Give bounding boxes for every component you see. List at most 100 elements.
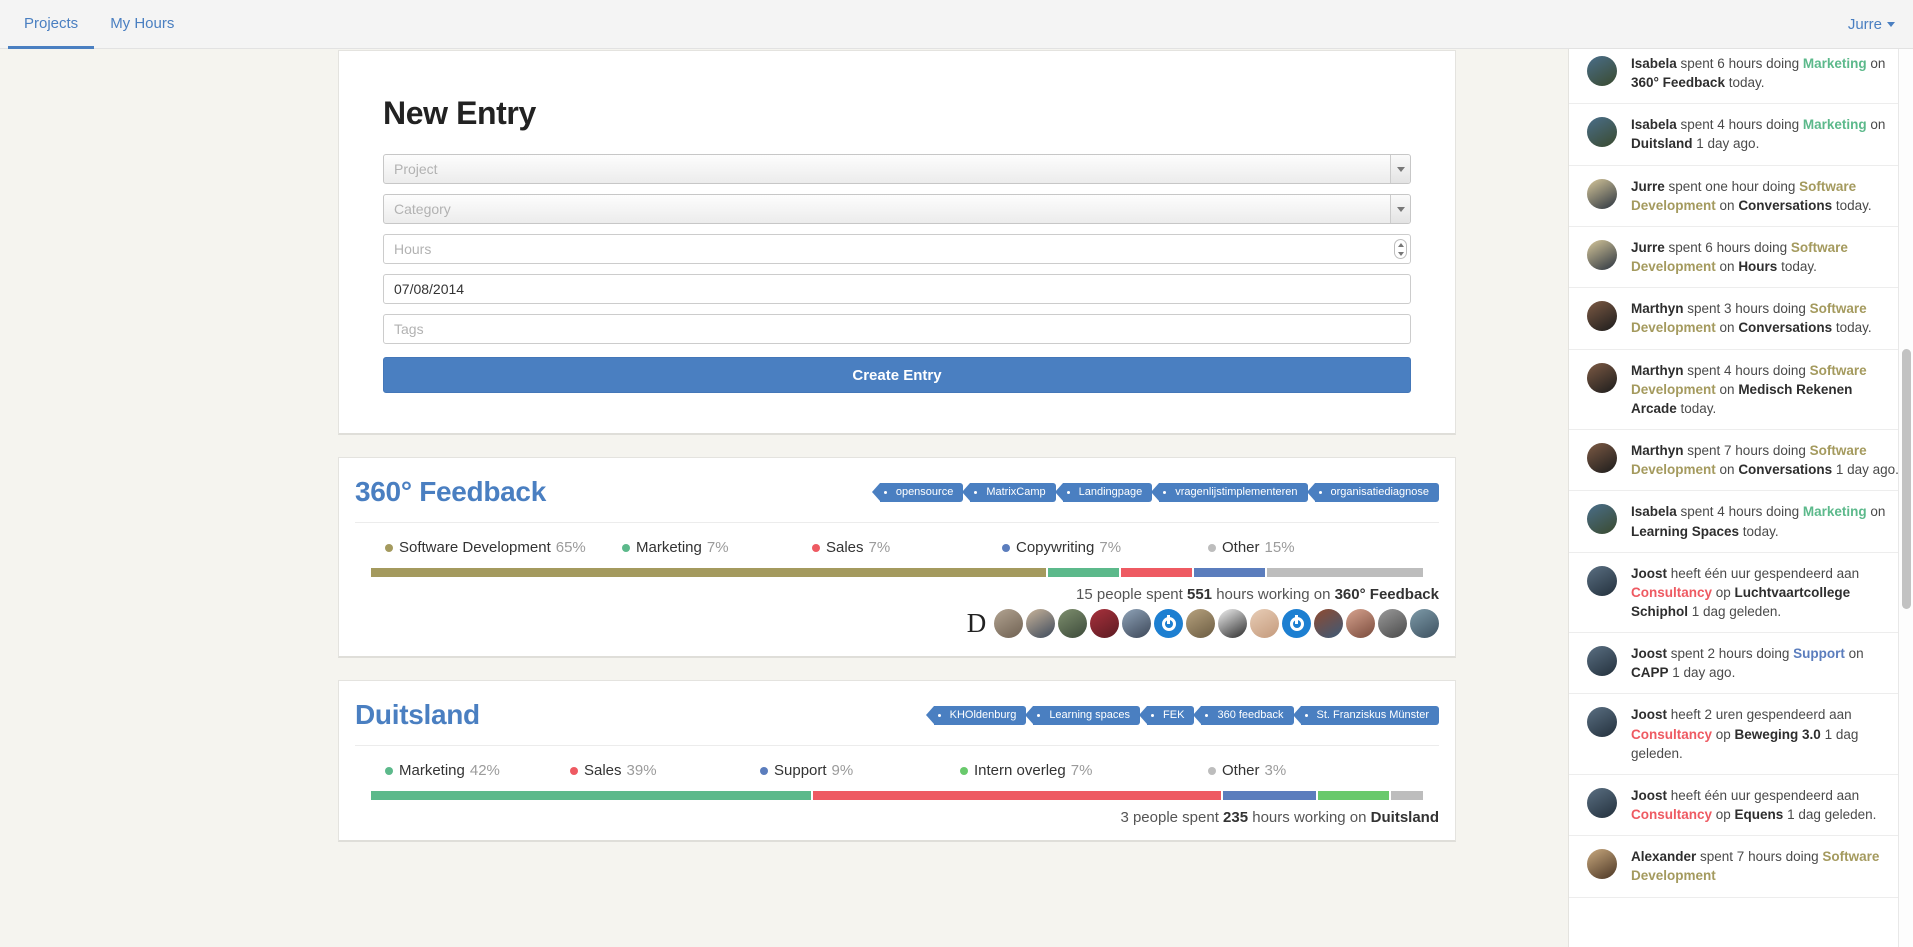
project-card: Duitsland KHOldenburg Learning spaces FE… <box>338 680 1456 842</box>
avatar[interactable] <box>1218 609 1247 638</box>
user-menu[interactable]: Jurre <box>1848 0 1913 48</box>
category-legend: Marketing 42% Sales 39% Support 9% <box>355 746 1439 791</box>
category-distribution-bar <box>371 568 1423 577</box>
project-tag[interactable]: St. Franziskus Münster <box>1301 706 1439 725</box>
project-tag[interactable]: FEK <box>1147 706 1194 725</box>
avatar[interactable] <box>1122 609 1151 638</box>
avatar[interactable] <box>1282 609 1311 638</box>
legend-percent: 15% <box>1265 539 1295 556</box>
activity-feed-item[interactable]: Marthyn spent 3 hours doing Software Dev… <box>1569 288 1913 349</box>
avatar[interactable] <box>1587 707 1617 737</box>
avatar[interactable] <box>1587 301 1617 331</box>
avatar[interactable] <box>1587 788 1617 818</box>
activity-user: Isabela <box>1631 117 1677 132</box>
activity-user: Marthyn <box>1631 301 1684 316</box>
avatar[interactable] <box>1587 240 1617 270</box>
project-select[interactable]: Project <box>383 154 1411 184</box>
avatar[interactable] <box>994 609 1023 638</box>
avatar[interactable] <box>1587 566 1617 596</box>
project-tag[interactable]: MatrixCamp <box>970 483 1055 502</box>
activity-project: Conversations <box>1738 320 1832 335</box>
legend-item: Support 9% <box>760 762 960 779</box>
legend-percent: 3% <box>1265 762 1287 779</box>
legend-percent: 7% <box>1071 762 1093 779</box>
legend-item: Intern overleg 7% <box>960 762 1208 779</box>
project-summary: 3 people spent 235 hours working on Duit… <box>355 800 1439 826</box>
avatar[interactable] <box>1250 609 1279 638</box>
hours-field: Hours <box>383 234 1411 264</box>
legend-color-dot <box>385 544 393 552</box>
project-tag[interactable]: 360 feedback <box>1201 706 1293 725</box>
avatar[interactable] <box>1314 609 1343 638</box>
hours-input[interactable]: Hours <box>383 234 1411 264</box>
avatar[interactable] <box>1587 363 1617 393</box>
legend-label: Marketing <box>399 762 465 779</box>
project-tag[interactable]: KHOldenburg <box>934 706 1027 725</box>
activity-feed[interactable]: Isabela spent 6 hours doing Marketing on… <box>1568 49 1913 947</box>
project-tag[interactable]: Learning spaces <box>1033 706 1140 725</box>
page-scrollbar-thumb[interactable] <box>1902 349 1911 609</box>
legend-label: Sales <box>826 539 864 556</box>
project-tag[interactable]: vragenlijstimplementeren <box>1159 483 1307 502</box>
activity-feed-item[interactable]: Jurre spent one hour doing Software Deve… <box>1569 166 1913 227</box>
project-tag[interactable]: Landingpage <box>1063 483 1153 502</box>
avatar[interactable] <box>1587 179 1617 209</box>
page-scrollbar[interactable] <box>1898 49 1913 947</box>
avatar[interactable] <box>1346 609 1375 638</box>
nav-item-my-hours[interactable]: My Hours <box>94 0 190 49</box>
category-select[interactable]: Category <box>383 194 1411 224</box>
avatar[interactable] <box>1378 609 1407 638</box>
bar-segment <box>1318 791 1392 800</box>
activity-category: Marketing <box>1803 117 1867 132</box>
legend-percent: 7% <box>1099 539 1121 556</box>
legend-item: Sales 39% <box>570 762 760 779</box>
project-tag[interactable]: organisatiediagnose <box>1315 483 1439 502</box>
activity-feed-item[interactable]: Isabela spent 4 hours doing Marketing on… <box>1569 491 1913 552</box>
activity-feed-item[interactable]: Joost heeft één uur gespendeerd aan Cons… <box>1569 553 1913 633</box>
date-input[interactable]: 07/08/2014 <box>383 274 1411 304</box>
activity-feed-item[interactable]: Marthyn spent 4 hours doing Software Dev… <box>1569 350 1913 430</box>
avatar[interactable] <box>1587 849 1617 879</box>
activity-feed-item[interactable]: Marthyn spent 7 hours doing Software Dev… <box>1569 430 1913 491</box>
activity-feed-text: Joost heeft één uur gespendeerd aan Cons… <box>1631 786 1899 824</box>
project-select-chevron-down-icon[interactable] <box>1390 155 1410 183</box>
legend-label: Other <box>1222 539 1260 556</box>
category-select-chevron-down-icon[interactable] <box>1390 195 1410 223</box>
activity-project: Hours <box>1738 259 1777 274</box>
avatar[interactable] <box>1154 609 1183 638</box>
summary-project-name: Duitsland <box>1371 809 1439 826</box>
avatar[interactable] <box>1587 56 1617 86</box>
project-title[interactable]: 360° Feedback <box>355 476 546 508</box>
avatar[interactable] <box>1587 117 1617 147</box>
avatar[interactable] <box>1587 443 1617 473</box>
activity-feed-item[interactable]: Joost heeft 2 uren gespendeerd aan Consu… <box>1569 694 1913 774</box>
avatar[interactable] <box>1058 609 1087 638</box>
activity-feed-item[interactable]: Joost heeft één uur gespendeerd aan Cons… <box>1569 775 1913 836</box>
create-entry-button[interactable]: Create Entry <box>383 357 1411 393</box>
legend-item: Other 3% <box>1208 762 1286 779</box>
avatar[interactable] <box>1410 609 1439 638</box>
avatar[interactable]: D <box>962 609 991 638</box>
project-member-avatars: D <box>355 603 1439 642</box>
avatar[interactable] <box>1186 609 1215 638</box>
activity-feed-item[interactable]: Alexander spent 7 hours doing Software D… <box>1569 836 1913 897</box>
activity-user: Jurre <box>1631 179 1665 194</box>
project-title[interactable]: Duitsland <box>355 699 480 731</box>
hours-stepper[interactable] <box>1394 239 1407 259</box>
nav-item-projects[interactable]: Projects <box>8 0 94 49</box>
avatar[interactable] <box>1587 646 1617 676</box>
tags-input[interactable]: Tags <box>383 314 1411 344</box>
avatar[interactable] <box>1026 609 1055 638</box>
summary-hours: 235 <box>1223 809 1248 826</box>
activity-feed-item[interactable]: Isabela spent 6 hours doing Marketing on… <box>1569 49 1913 104</box>
project-tag[interactable]: opensource <box>880 483 964 502</box>
activity-feed-text: Isabela spent 4 hours doing Marketing on… <box>1631 502 1899 540</box>
summary-prefix: people spent <box>1133 809 1219 826</box>
activity-feed-item[interactable]: Isabela spent 4 hours doing Marketing on… <box>1569 104 1913 165</box>
avatar[interactable] <box>1587 504 1617 534</box>
activity-project: Duitsland <box>1631 136 1693 151</box>
legend-item: Other 15% <box>1208 539 1295 556</box>
activity-feed-item[interactable]: Jurre spent 6 hours doing Software Devel… <box>1569 227 1913 288</box>
avatar[interactable] <box>1090 609 1119 638</box>
activity-feed-item[interactable]: Joost spent 2 hours doing Support on CAP… <box>1569 633 1913 694</box>
